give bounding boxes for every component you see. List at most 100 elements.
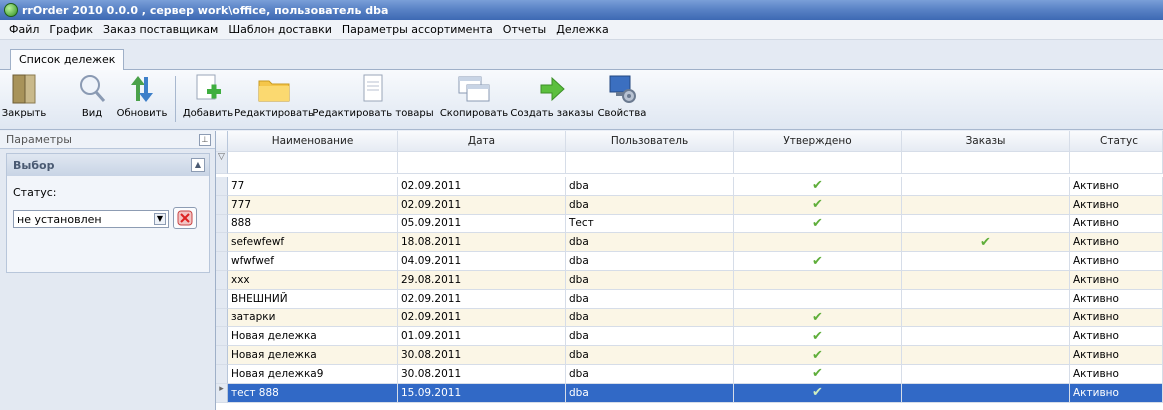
cell-status: Активно xyxy=(1070,289,1163,309)
view-button[interactable]: Вид xyxy=(72,72,112,128)
copy-button[interactable]: Скопировать xyxy=(440,72,508,128)
cell-orders xyxy=(902,195,1070,215)
cell-orders xyxy=(902,271,1070,290)
column-header-name[interactable]: Наименование xyxy=(228,131,398,152)
cell-date: 02.09.2011 xyxy=(398,308,566,328)
table-row[interactable]: 77 02.09.2011 dba ✔ Активно xyxy=(216,177,1163,196)
edit-goods-button[interactable]: Редактировать товары xyxy=(310,72,436,128)
tab-split-list[interactable]: Список дележек xyxy=(10,49,125,71)
table-row[interactable]: ▸ тест 888 15.09.2011 dba ✔ Активно xyxy=(216,383,1163,403)
cell-user: dba xyxy=(566,233,734,253)
checkmark-icon: ✔ xyxy=(812,178,823,194)
collapse-icon[interactable]: ▲ xyxy=(191,158,205,172)
table-row[interactable]: Новая дележка 30.08.2011 dba ✔ Активно xyxy=(216,346,1163,365)
cell-approved: ✔ xyxy=(734,346,902,365)
cell-name: 77 xyxy=(228,177,398,196)
cell-user: dba xyxy=(566,252,734,271)
menu-supplier-orders[interactable]: Заказ поставщикам xyxy=(98,23,223,36)
menu-split[interactable]: Дележка xyxy=(551,23,613,36)
cell-approved xyxy=(734,271,902,290)
cell-name: ВНЕШНИЙ xyxy=(228,289,398,309)
monitor-gear-icon xyxy=(605,72,639,106)
cell-status: Активно xyxy=(1070,365,1163,384)
cell-user: dba xyxy=(566,271,734,290)
door-icon xyxy=(7,72,41,106)
column-header-user[interactable]: Пользователь xyxy=(566,131,734,152)
cell-name: sefewfewf xyxy=(228,233,398,253)
cell-name: Новая дележка xyxy=(228,327,398,347)
cell-orders xyxy=(902,346,1070,365)
magnifier-icon xyxy=(75,72,109,106)
table-row[interactable]: xxx 29.08.2011 dba Активно xyxy=(216,271,1163,290)
filter-cell[interactable] xyxy=(1070,152,1163,174)
status-select[interactable]: не установлен ▼ xyxy=(13,210,169,228)
cell-user: dba xyxy=(566,365,734,384)
pin-icon[interactable]: ⊥ xyxy=(199,133,211,146)
clear-filter-button[interactable] xyxy=(173,207,197,229)
table-row[interactable]: 777 02.09.2011 dba ✔ Активно xyxy=(216,195,1163,215)
row-indicator xyxy=(216,177,228,196)
cell-name: xxx xyxy=(228,271,398,290)
green-arrow-icon xyxy=(535,72,569,106)
cell-status: Активно xyxy=(1070,383,1163,403)
cell-date: 01.09.2011 xyxy=(398,327,566,347)
red-x-icon xyxy=(177,210,193,226)
menu-assortment-params[interactable]: Параметры ассортимента xyxy=(337,23,498,36)
folder-icon xyxy=(257,72,291,106)
refresh-button[interactable]: Обновить xyxy=(113,72,171,128)
filter-cell[interactable] xyxy=(566,152,734,174)
filter-cell[interactable] xyxy=(902,152,1070,174)
cell-user: dba xyxy=(566,177,734,196)
cell-name: Новая дележка xyxy=(228,346,398,365)
table-row[interactable]: ВНЕШНИЙ 02.09.2011 dba Активно xyxy=(216,289,1163,309)
add-button[interactable]: Добавить xyxy=(180,72,236,128)
row-indicator xyxy=(216,289,228,309)
cell-date: 02.09.2011 xyxy=(398,195,566,215)
cell-name: wfwfwef xyxy=(228,252,398,271)
properties-button[interactable]: Свойства xyxy=(598,72,646,128)
filter-cell[interactable] xyxy=(734,152,902,174)
menu-schedule[interactable]: График xyxy=(44,23,98,36)
menu-file[interactable]: Файл xyxy=(4,23,44,36)
column-header-status[interactable]: Статус xyxy=(1070,131,1163,152)
table-row[interactable]: wfwfwef 04.09.2011 dba ✔ Активно xyxy=(216,252,1163,271)
column-header-orders[interactable]: Заказы xyxy=(902,131,1070,152)
checkmark-icon: ✔ xyxy=(812,253,823,269)
cell-name: Новая дележка9 xyxy=(228,365,398,384)
filter-cell[interactable] xyxy=(228,152,398,174)
table-row[interactable]: Новая дележка 01.09.2011 dba ✔ Активно xyxy=(216,327,1163,347)
column-header-approved[interactable]: Утверждено xyxy=(734,131,902,152)
cell-orders xyxy=(902,383,1070,403)
cell-status: Активно xyxy=(1070,233,1163,253)
edit-button[interactable]: Редактировать xyxy=(234,72,314,128)
chevron-down-icon[interactable]: ▼ xyxy=(154,213,166,225)
table-row[interactable]: Новая дележка9 30.08.2011 dba ✔ Активно xyxy=(216,365,1163,384)
window-title: rrOrder 2010 0.0.0 , сервер work\office,… xyxy=(22,3,389,17)
selection-group-header: Выбор ▲ xyxy=(7,154,209,176)
cell-approved xyxy=(734,233,902,253)
create-orders-button[interactable]: Создать заказы xyxy=(510,72,594,128)
column-header-date[interactable]: Дата xyxy=(398,131,566,152)
filter-cell[interactable] xyxy=(398,152,566,174)
cell-date: 02.09.2011 xyxy=(398,177,566,196)
cell-name: затарки xyxy=(228,308,398,328)
filter-icon: ▽ xyxy=(216,152,228,174)
cell-date: 30.08.2011 xyxy=(398,365,566,384)
cell-approved: ✔ xyxy=(734,214,902,234)
checkmark-icon: ✔ xyxy=(812,328,823,344)
row-indicator xyxy=(216,214,228,234)
cell-date: 02.09.2011 xyxy=(398,289,566,309)
table-row[interactable]: затарки 02.09.2011 dba ✔ Активно xyxy=(216,308,1163,328)
table-row[interactable]: sefewfewf 18.08.2011 dba ✔ Активно xyxy=(216,233,1163,253)
cell-status: Активно xyxy=(1070,308,1163,328)
row-indicator xyxy=(216,252,228,271)
close-button[interactable]: Закрыть xyxy=(2,72,46,128)
table-row[interactable]: 888 05.09.2011 Тест ✔ Активно xyxy=(216,214,1163,234)
cell-name: 888 xyxy=(228,214,398,234)
menu-reports[interactable]: Отчеты xyxy=(498,23,551,36)
menu-delivery-template[interactable]: Шаблон доставки xyxy=(223,23,337,36)
tab-strip: Список дележек xyxy=(0,40,1163,71)
cell-user: dba xyxy=(566,327,734,347)
cell-approved: ✔ xyxy=(734,195,902,215)
row-indicator xyxy=(216,233,228,253)
